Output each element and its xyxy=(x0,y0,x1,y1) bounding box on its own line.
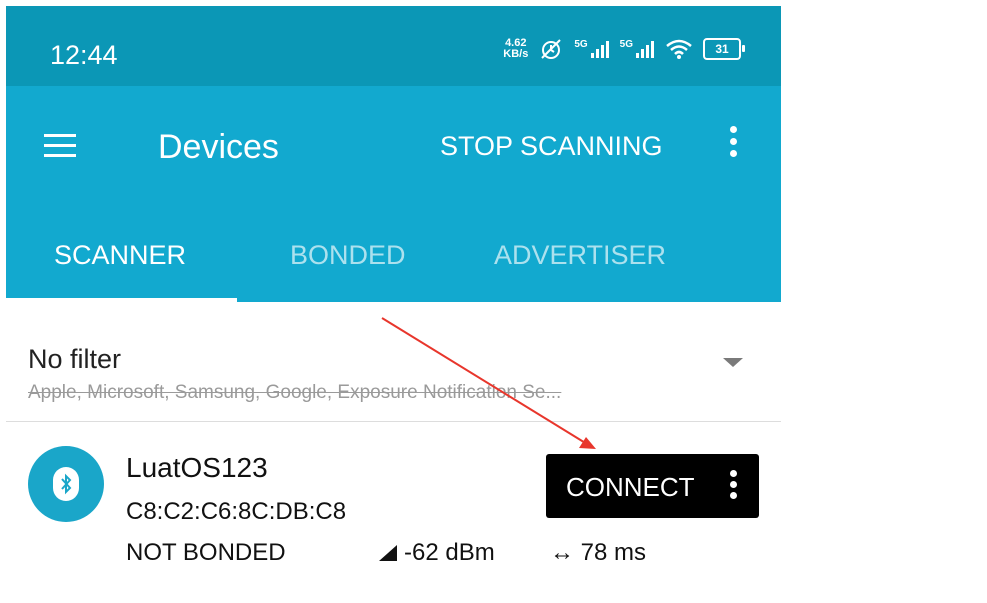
bond-state: NOT BONDED xyxy=(126,539,286,566)
bluetooth-icon xyxy=(28,446,104,522)
signal-sim2-icon: 5G xyxy=(620,39,655,59)
device-mac-address: C8:C2:C6:8C:DB:C8 xyxy=(126,498,347,525)
status-time: 12:44 xyxy=(50,40,118,70)
connect-button[interactable]: CONNECT xyxy=(546,454,759,518)
tab-bar: SCANNER BONDED ADVERTISER xyxy=(6,204,781,302)
advertising-interval: ↔ 78 ms xyxy=(550,539,647,566)
filter-subtitle: Apple, Microsoft, Samsung, Google, Expos… xyxy=(28,382,562,403)
rssi-value: -62 dBm xyxy=(378,539,495,567)
device-more-icon[interactable] xyxy=(728,470,738,503)
device-list-item[interactable]: LuatOS123 C8:C2:C6:8C:DB:C8 NOT BONDED -… xyxy=(6,422,781,603)
filter-title: No filter xyxy=(28,344,122,374)
wifi-icon xyxy=(666,39,692,59)
hamburger-menu-icon[interactable] xyxy=(44,134,76,158)
device-name: LuatOS123 xyxy=(126,452,268,483)
battery-icon: 31 xyxy=(703,38,745,60)
status-bar: 12:44 4.62 KB/s 5G 5G 31 xyxy=(6,6,781,86)
tab-scanner[interactable]: SCANNER xyxy=(54,240,186,271)
tab-bonded[interactable]: BONDED xyxy=(290,240,406,271)
tab-advertiser[interactable]: ADVERTISER xyxy=(494,240,666,271)
filter-dropdown[interactable]: No filter Apple, Microsoft, Samsung, Goo… xyxy=(6,330,781,420)
interval-arrows-icon: ↔ xyxy=(550,539,574,566)
stop-scanning-button[interactable]: STOP SCANNING xyxy=(440,131,663,162)
page-title: Devices xyxy=(158,128,279,166)
signal-strength-icon xyxy=(379,545,397,561)
overflow-menu-icon[interactable] xyxy=(726,126,740,166)
network-speed: 4.62 KB/s xyxy=(503,37,529,60)
phone-screen: 12:44 4.62 KB/s 5G 5G 31 Devices STOP SC… xyxy=(6,0,781,603)
app-bar: Devices STOP SCANNING xyxy=(6,86,781,204)
active-tab-indicator xyxy=(6,298,237,302)
connect-label: CONNECT xyxy=(566,472,695,502)
signal-sim1-icon: 5G xyxy=(574,39,609,59)
alarm-off-icon xyxy=(541,39,562,59)
status-icons: 4.62 KB/s 5G 5G 31 xyxy=(503,36,745,62)
dropdown-caret-icon[interactable] xyxy=(723,358,743,367)
